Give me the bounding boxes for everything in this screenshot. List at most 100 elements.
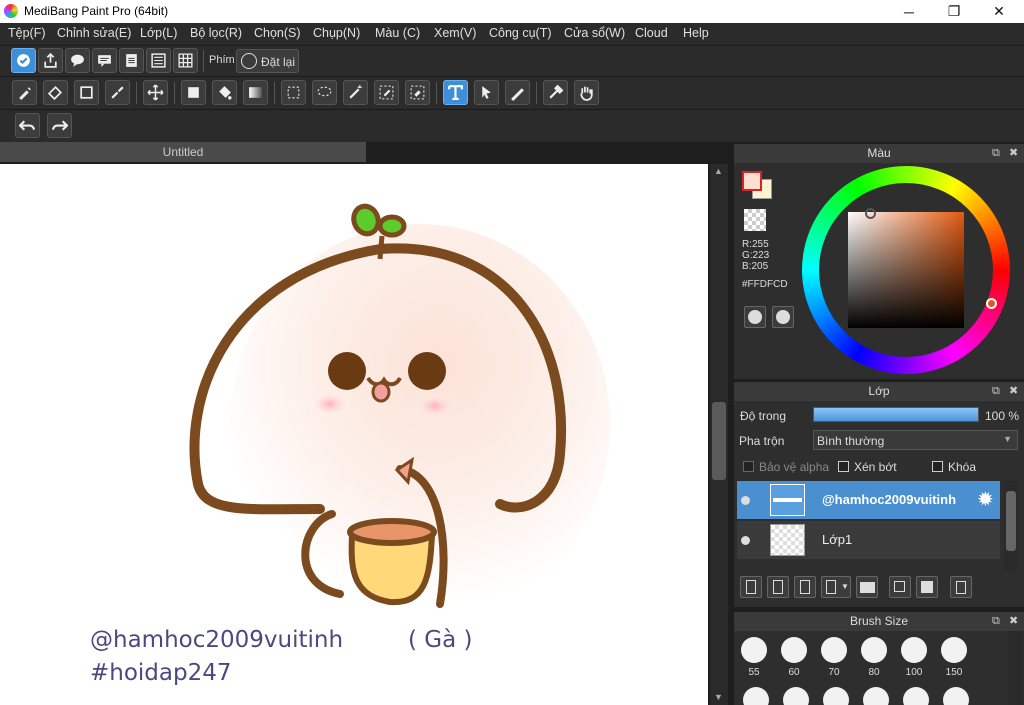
dot-pen-tool[interactable] [105,80,130,105]
visibility-icon[interactable] [741,536,750,545]
select-eraser-tool[interactable] [405,80,430,105]
cloud-sync-button[interactable] [11,48,36,73]
menu-filter[interactable]: Bộ lọc(R) [190,26,242,40]
canvas-scrollbar[interactable]: ▲ ▼ [710,164,728,705]
scroll-up-icon[interactable]: ▲ [714,166,723,176]
foreground-color-swatch[interactable] [742,171,762,191]
reset-button[interactable]: Đặt lại [236,49,299,73]
hand-tool[interactable] [574,80,599,105]
new-folder-button[interactable] [856,576,878,598]
upload-button[interactable] [38,48,63,73]
menu-view[interactable]: Xem(V) [434,26,476,40]
menu-cloud[interactable]: Cloud [635,26,668,40]
brush-dot-icon[interactable] [903,687,929,705]
scroll-down-icon[interactable]: ▼ [714,692,723,702]
clipping-checkbox[interactable] [838,461,849,472]
brush-dot-icon[interactable] [743,687,769,705]
new-1bit-layer-button[interactable] [794,576,816,598]
popout-icon[interactable]: ⧉ [992,382,1000,401]
layer-scrollbar[interactable] [1004,481,1018,571]
eyedropper-tool[interactable] [543,80,568,105]
merge-layer-button[interactable] [916,576,938,598]
palette-button[interactable] [744,306,766,328]
protect-alpha-checkbox[interactable] [743,461,754,472]
marquee-icon [287,86,300,99]
menu-color[interactable]: Màu (C) [375,26,420,40]
close-button[interactable]: ✕ [976,0,1022,23]
brush-size-item[interactable]: 55 [735,637,773,678]
scroll-thumb[interactable] [712,402,726,480]
popout-icon[interactable]: ⧉ [992,612,1000,631]
drawing-canvas[interactable]: @hamhoc2009vuitinh ( Gà ) #hoidap247 [0,164,708,705]
sv-picker-handle[interactable] [865,208,876,219]
message-button[interactable] [92,48,117,73]
eraser-tool[interactable] [43,80,68,105]
brush-dot-icon [741,637,767,663]
new-layer-button[interactable] [740,576,762,598]
add-layer-menu-button[interactable]: ▼ [821,576,851,598]
menu-window[interactable]: Cửa sổ(W) [564,26,625,40]
menu-help[interactable]: Help [683,26,709,40]
panel-close-icon[interactable]: ✖ [1009,144,1018,163]
brush-tool[interactable] [12,80,37,105]
menu-select[interactable]: Chọn(S) [254,26,301,40]
palette-settings-button[interactable] [772,306,794,328]
layer-settings-gear-icon[interactable]: ✹ [977,487,994,512]
hue-ring[interactable] [802,166,1010,374]
minimize-button[interactable]: ─ [886,0,932,23]
brush-size-item[interactable]: 70 [815,637,853,678]
shape-tool[interactable] [74,80,99,105]
menu-tools[interactable]: Công cụ(T) [489,26,552,40]
menu-capture[interactable]: Chụp(N) [313,26,360,40]
hue-picker-handle[interactable] [986,298,997,309]
panel-layout-button[interactable] [146,48,171,73]
brush-dot-icon[interactable] [943,687,969,705]
brush-dot-icon[interactable] [863,687,889,705]
popout-icon[interactable]: ⧉ [992,144,1000,163]
operation-tool[interactable] [474,80,499,105]
brush-size-item[interactable]: 80 [855,637,893,678]
text-tool[interactable] [443,80,468,105]
transparent-color-swatch[interactable] [744,209,766,231]
visibility-icon[interactable] [741,496,750,505]
document-tab[interactable]: Untitled [0,142,366,162]
brush-dot-icon[interactable] [823,687,849,705]
maximize-button[interactable]: ❐ [931,0,977,23]
panel-close-icon[interactable]: ✖ [1009,612,1018,631]
saturation-value-square[interactable] [848,212,964,328]
menu-layer[interactable]: Lớp(L) [140,26,177,40]
menu-edit[interactable]: Chỉnh sửa(E) [57,26,131,40]
duplicate-layer-button[interactable] [889,576,911,598]
select-pen-tool[interactable] [374,80,399,105]
lock-checkbox[interactable] [932,461,943,472]
brush-size-item[interactable]: 60 [775,637,813,678]
page-button[interactable] [119,48,144,73]
gradient-tool[interactable] [243,80,268,105]
select-tool[interactable] [281,80,306,105]
layer-scroll-thumb[interactable] [1006,491,1016,551]
lasso-tool[interactable] [312,80,337,105]
magic-wand-tool[interactable] [343,80,368,105]
move-tool[interactable] [143,80,168,105]
comment-button[interactable] [65,48,90,73]
divide-tool[interactable] [505,80,530,105]
redo-button[interactable] [47,113,72,138]
delete-layer-button[interactable] [950,576,972,598]
brush-size-item[interactable]: 100 [895,637,933,678]
bucket-tool[interactable] [212,80,237,105]
blend-mode-select[interactable]: Bình thường ▼ [813,430,1018,450]
layer-row-selected[interactable]: @hamhoc2009vuitinh ✹ [737,481,1000,519]
grid-button[interactable] [173,48,198,73]
panel-close-icon[interactable]: ✖ [1009,382,1018,401]
brush-size-item[interactable]: 150 [935,637,973,678]
red-value: R:255 [742,239,769,250]
brush-dot-icon[interactable] [783,687,809,705]
undo-button[interactable] [15,113,40,138]
merge-icon [921,581,933,593]
menu-file[interactable]: Tệp(F) [8,26,46,40]
brush-panel-scrollbar[interactable] [1008,631,1022,705]
new-halftone-layer-button[interactable] [767,576,789,598]
fill-rect-tool[interactable] [181,80,206,105]
opacity-slider[interactable] [813,407,979,422]
layer-row[interactable]: Lớp1 [737,521,1000,559]
